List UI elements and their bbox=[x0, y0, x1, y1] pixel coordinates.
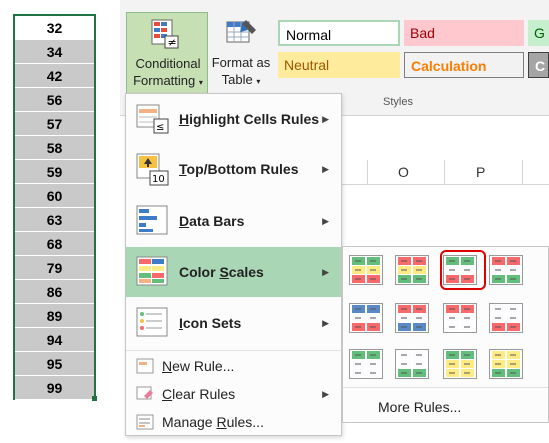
icon-sets-label: Icon Sets bbox=[179, 315, 242, 331]
color-scale-option-icon[interactable] bbox=[489, 349, 523, 379]
cell-value[interactable]: 89 bbox=[15, 304, 94, 328]
conditional-formatting-button[interactable]: ≠ Conditional Formatting ▾ bbox=[126, 12, 208, 94]
fill-handle[interactable] bbox=[92, 396, 97, 401]
column-header-p[interactable]: P bbox=[476, 164, 485, 180]
menu-item-clear-rules[interactable]: Clear Rules ▶ bbox=[126, 380, 341, 408]
color-scale-option-icon[interactable] bbox=[349, 255, 383, 285]
submenu-arrow-icon: ▶ bbox=[322, 114, 329, 124]
color-scales-submenu: More Rules... bbox=[342, 246, 549, 423]
manage-rules-icon bbox=[136, 414, 154, 430]
color-scale-option-icon[interactable] bbox=[443, 303, 477, 333]
menu-item-highlight-cells-rules[interactable]: ≤ Highlight Cells Rules ▶ bbox=[126, 94, 341, 144]
format-as-table-label: Format as Table ▾ bbox=[211, 55, 271, 87]
conditional-formatting-label: Conditional Formatting ▾ bbox=[133, 56, 203, 88]
svg-text:10: 10 bbox=[152, 174, 165, 185]
conditional-formatting-icon: ≠ bbox=[151, 19, 179, 49]
manage-rules-label: Manage Rules... bbox=[162, 414, 264, 430]
cell-value[interactable]: 60 bbox=[15, 184, 94, 208]
cell-value[interactable]: 63 bbox=[15, 208, 94, 232]
data-bars-label: Data Bars bbox=[179, 213, 245, 229]
svg-text:≠: ≠ bbox=[168, 36, 177, 49]
icon-sets-icon bbox=[136, 307, 168, 337]
color-scale-option-icon[interactable] bbox=[395, 349, 429, 379]
top-bottom-rules-label: Top/Bottom Rules bbox=[179, 161, 299, 177]
selected-column-range[interactable]: 32 34 42 56 57 58 59 60 63 68 79 86 89 94 95 99 bbox=[13, 14, 96, 400]
style-check-cell[interactable]: C bbox=[528, 52, 549, 78]
style-neutral[interactable]: Neutral bbox=[278, 52, 400, 78]
styles-group-label: Styles bbox=[383, 96, 413, 108]
submenu-arrow-icon: ▶ bbox=[322, 318, 329, 328]
menu-item-data-bars[interactable]: Data Bars ▶ bbox=[126, 196, 341, 246]
cell-value[interactable]: 79 bbox=[15, 256, 94, 280]
menu-divider bbox=[126, 350, 341, 351]
submenu-arrow-icon: ▶ bbox=[322, 267, 329, 277]
style-bad[interactable]: Bad bbox=[404, 20, 524, 46]
submenu-arrow-icon: ▶ bbox=[322, 164, 329, 174]
submenu-divider bbox=[343, 387, 548, 388]
menu-item-color-scales[interactable]: Color Scales ▶ bbox=[126, 247, 341, 297]
column-header-row: O P bbox=[342, 160, 549, 185]
color-scale-option-icon[interactable] bbox=[443, 349, 477, 379]
highlight-cells-rules-label: Highlight Cells Rules bbox=[179, 111, 320, 127]
cell-value[interactable]: 58 bbox=[15, 136, 94, 160]
svg-text:≤: ≤ bbox=[156, 122, 164, 133]
new-rule-icon bbox=[136, 358, 154, 374]
color-scale-option-icon[interactable] bbox=[395, 255, 429, 285]
cell-value[interactable]: 99 bbox=[15, 376, 94, 400]
cell-value[interactable]: 68 bbox=[15, 232, 94, 256]
format-as-table-icon bbox=[226, 20, 256, 43]
clear-rules-icon bbox=[136, 386, 153, 400]
submenu-arrow-icon: ▶ bbox=[322, 389, 329, 399]
color-scale-option-icon[interactable] bbox=[349, 303, 383, 333]
column-header-o[interactable]: O bbox=[398, 164, 409, 180]
menu-item-top-bottom-rules[interactable]: 10 Top/Bottom Rules ▶ bbox=[126, 144, 341, 194]
cell-value[interactable]: 94 bbox=[15, 328, 94, 352]
color-scale-option-icon[interactable] bbox=[489, 303, 523, 333]
cell-value[interactable]: 57 bbox=[15, 112, 94, 136]
cell-value[interactable]: 95 bbox=[15, 352, 94, 376]
menu-item-manage-rules[interactable]: Manage Rules... bbox=[126, 408, 341, 436]
submenu-arrow-icon: ▶ bbox=[322, 216, 329, 226]
menu-item-new-rule[interactable]: New Rule... bbox=[126, 352, 341, 380]
color-scales-label: Color Scales bbox=[179, 264, 264, 280]
top-bottom-rules-icon: 10 bbox=[136, 153, 169, 186]
color-scale-option-icon[interactable] bbox=[489, 255, 523, 285]
conditional-formatting-menu: ≤ Highlight Cells Rules ▶ 10 Top/Bottom … bbox=[125, 93, 342, 436]
highlight-cells-rules-icon: ≤ bbox=[136, 104, 169, 134]
cell-value[interactable]: 59 bbox=[15, 160, 94, 184]
cell-value[interactable]: 42 bbox=[15, 64, 94, 88]
new-rule-label: New Rule... bbox=[162, 358, 235, 374]
clear-rules-label: Clear Rules bbox=[162, 386, 236, 402]
style-calculation[interactable]: Calculation bbox=[404, 52, 524, 78]
more-rules-link[interactable]: More Rules... bbox=[378, 399, 461, 415]
menu-item-icon-sets[interactable]: Icon Sets ▶ bbox=[126, 298, 341, 348]
cell-value[interactable]: 34 bbox=[15, 40, 94, 64]
color-scale-option-icon[interactable] bbox=[443, 255, 477, 285]
color-scale-option-icon[interactable] bbox=[395, 303, 429, 333]
cell-value[interactable]: 32 bbox=[15, 16, 94, 40]
format-as-table-button[interactable]: Format as Table ▾ bbox=[210, 12, 272, 94]
color-scales-icon bbox=[136, 256, 168, 286]
style-normal[interactable]: Normal bbox=[278, 20, 400, 46]
data-bars-icon bbox=[136, 205, 168, 235]
style-good[interactable]: G bbox=[528, 20, 549, 46]
cell-value[interactable]: 86 bbox=[15, 280, 94, 304]
color-scale-option-icon[interactable] bbox=[349, 349, 383, 379]
cell-value[interactable]: 56 bbox=[15, 88, 94, 112]
